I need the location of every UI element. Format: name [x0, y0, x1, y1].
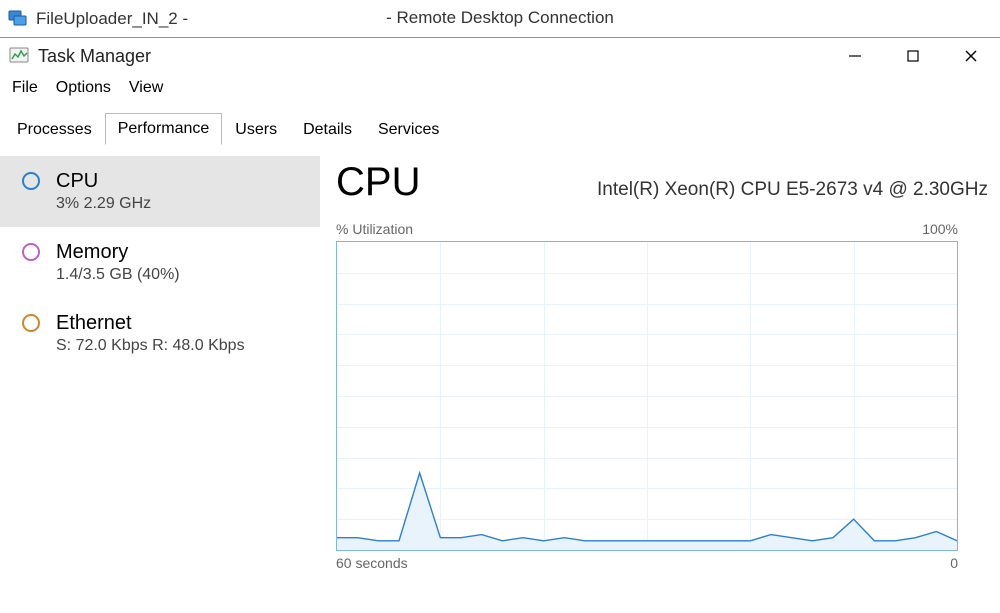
tab-services[interactable]: Services [365, 114, 452, 145]
taskmanager-titlebar: Task Manager [0, 38, 1000, 74]
sidebar-memory-sub: 1.4/3.5 GB (40%) [56, 266, 180, 284]
cpu-chart [336, 241, 958, 551]
content-header: CPU Intel(R) Xeon(R) CPU E5-2673 v4 @ 2.… [336, 160, 988, 205]
cpu-ring-icon [22, 172, 40, 190]
main: CPU 3% 2.29 GHz Memory 1.4/3.5 GB (40%) … [0, 146, 1000, 613]
content: CPU Intel(R) Xeon(R) CPU E5-2673 v4 @ 2.… [320, 146, 1000, 613]
window-controls [826, 38, 1000, 74]
minimize-icon [848, 49, 862, 63]
sidebar-ethernet-title: Ethernet [56, 312, 245, 335]
sidebar-item-cpu[interactable]: CPU 3% 2.29 GHz [0, 156, 320, 227]
menu-view[interactable]: View [121, 76, 171, 100]
tab-users[interactable]: Users [222, 114, 290, 145]
minimize-button[interactable] [826, 38, 884, 74]
taskmanager-icon [8, 45, 30, 67]
window-title: Task Manager [38, 46, 151, 67]
chart-labels-top: % Utilization 100% [336, 221, 958, 237]
heading-cpu: CPU [336, 160, 420, 205]
menubar: File Options View [0, 74, 1000, 102]
label-0: 0 [950, 555, 958, 571]
cpu-model: Intel(R) Xeon(R) CPU E5-2673 v4 @ 2.30GH… [597, 179, 988, 201]
ethernet-ring-icon [22, 314, 40, 332]
sidebar-ethernet-sub: S: 72.0 Kbps R: 48.0 Kbps [56, 337, 245, 355]
sidebar-item-memory[interactable]: Memory 1.4/3.5 GB (40%) [0, 227, 320, 298]
sidebar-memory-title: Memory [56, 241, 180, 264]
menu-options[interactable]: Options [48, 76, 119, 100]
close-icon [964, 49, 978, 63]
close-button[interactable] [942, 38, 1000, 74]
rdc-titlebar: FileUploader_IN_2 - - Remote Desktop Con… [0, 0, 1000, 38]
memory-ring-icon [22, 243, 40, 261]
rdc-title: - Remote Desktop Connection [386, 8, 614, 28]
menu-file[interactable]: File [4, 76, 46, 100]
label-utilization: % Utilization [336, 221, 413, 237]
sidebar: CPU 3% 2.29 GHz Memory 1.4/3.5 GB (40%) … [0, 146, 320, 613]
label-100pct: 100% [922, 221, 958, 237]
rdc-machine-name: FileUploader_IN_2 - [36, 9, 188, 29]
rdc-icon [8, 9, 28, 29]
chart-labels-bottom: 60 seconds 0 [336, 555, 958, 571]
maximize-button[interactable] [884, 38, 942, 74]
sidebar-item-ethernet[interactable]: Ethernet S: 72.0 Kbps R: 48.0 Kbps [0, 298, 320, 369]
label-60s: 60 seconds [336, 555, 408, 571]
tabs: Processes Performance Users Details Serv… [0, 112, 1000, 146]
sidebar-cpu-sub: 3% 2.29 GHz [56, 195, 151, 213]
cpu-line [337, 242, 957, 550]
tab-performance[interactable]: Performance [105, 113, 223, 145]
sidebar-cpu-title: CPU [56, 170, 151, 193]
maximize-icon [906, 49, 920, 63]
tab-details[interactable]: Details [290, 114, 365, 145]
tab-processes[interactable]: Processes [4, 114, 105, 145]
